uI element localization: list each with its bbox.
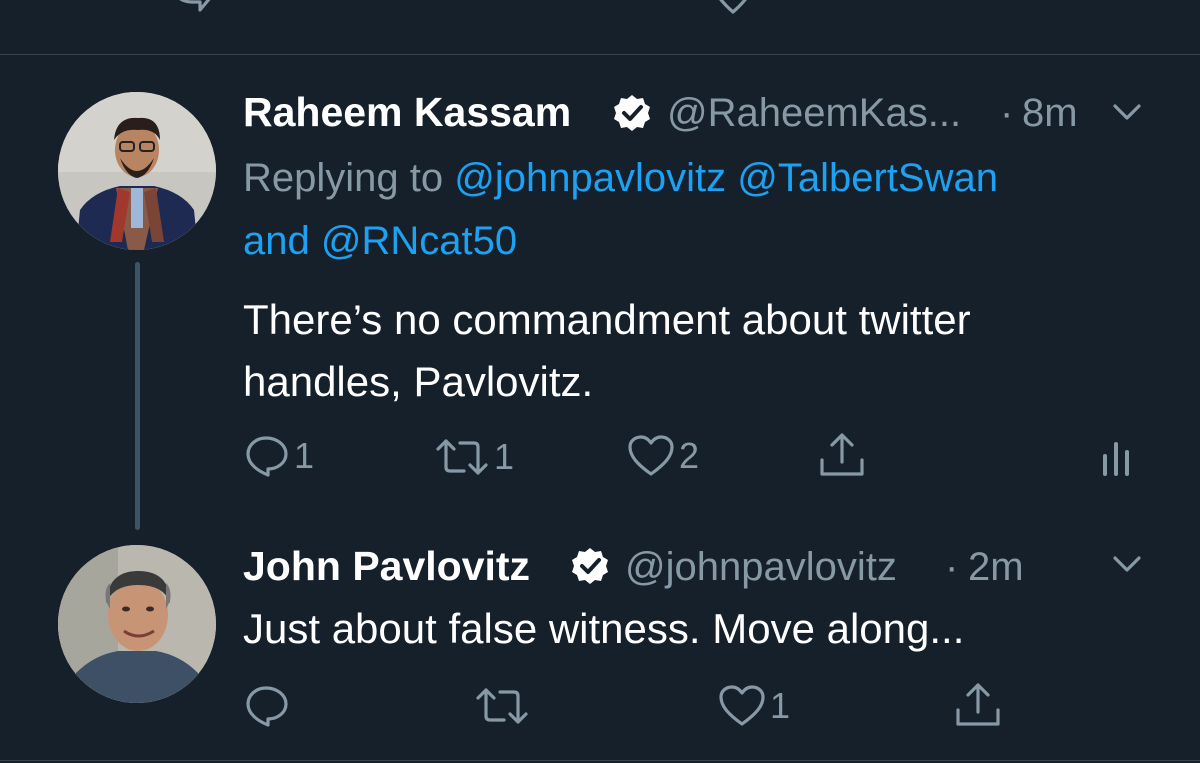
heart-icon[interactable]: [708, 0, 758, 22]
analytics-icon[interactable]: [1100, 436, 1132, 478]
tweet-author-handle[interactable]: @RaheemKas...: [667, 91, 961, 136]
retweet-button[interactable]: 1: [434, 436, 514, 478]
meta-separator: ·: [1000, 91, 1014, 135]
retweet-icon: [436, 439, 488, 475]
retweet-icon[interactable]: [474, 686, 530, 726]
like-count: 1: [770, 685, 791, 726]
replying-prefix: Replying to: [243, 156, 444, 200]
tweet-text: There’s no commandment about twitter han…: [243, 289, 971, 413]
share-icon[interactable]: [818, 432, 866, 478]
verified-badge-icon: [614, 95, 650, 131]
meta-separator: ·: [945, 545, 959, 589]
mention-rncat50[interactable]: @RNcat50: [321, 219, 517, 263]
reply-button[interactable]: 1: [244, 434, 314, 478]
tweet-timestamp[interactable]: 8m: [1022, 91, 1078, 136]
reply-icon: [246, 436, 288, 477]
chevron-down-icon[interactable]: [1112, 102, 1142, 122]
tweet-author-name[interactable]: Raheem Kassam: [243, 89, 571, 136]
top-divider: [0, 54, 1200, 55]
tweet-text-line: handles, Pavlovitz.: [243, 358, 594, 405]
reply-icon[interactable]: [166, 0, 214, 20]
like-button[interactable]: 2: [627, 434, 699, 478]
heart-icon: [719, 685, 765, 726]
tweet-timestamp[interactable]: 2m: [968, 545, 1024, 590]
like-count: 2: [679, 435, 700, 476]
replying-to: Replying to @johnpavlovitz @TalbertSwan: [243, 156, 998, 201]
verified-badge-icon: [572, 548, 608, 584]
thread-connector: [135, 262, 140, 530]
avatar-image: [58, 92, 216, 250]
mention-johnpavlovitz[interactable]: @johnpavlovitz: [454, 156, 726, 200]
tweet-text-line: There’s no commandment about twitter: [243, 296, 971, 343]
avatar-image: [58, 545, 216, 703]
bottom-divider: [0, 760, 1200, 761]
heart-icon: [628, 435, 674, 476]
chevron-down-icon[interactable]: [1112, 554, 1142, 574]
retweet-icon[interactable]: [440, 0, 494, 20]
retweet-count: 1: [494, 436, 515, 477]
reply-icon[interactable]: [244, 684, 290, 728]
avatar[interactable]: [58, 92, 216, 250]
like-button[interactable]: 1: [718, 684, 790, 728]
reply-count: 1: [294, 435, 315, 476]
tweet-text: Just about false witness. Move along...: [243, 605, 965, 652]
share-icon[interactable]: [974, 0, 1030, 22]
tweet-author-handle[interactable]: @johnpavlovitz: [625, 545, 897, 590]
tweet-author-name[interactable]: John Pavlovitz: [243, 543, 530, 590]
mention-talbertswan[interactable]: @TalbertSwan: [737, 156, 998, 200]
avatar[interactable]: [58, 545, 216, 703]
replying-to-line2: and @RNcat50: [243, 219, 517, 264]
share-icon[interactable]: [954, 682, 1002, 728]
and-others-link[interactable]: and: [243, 219, 310, 263]
